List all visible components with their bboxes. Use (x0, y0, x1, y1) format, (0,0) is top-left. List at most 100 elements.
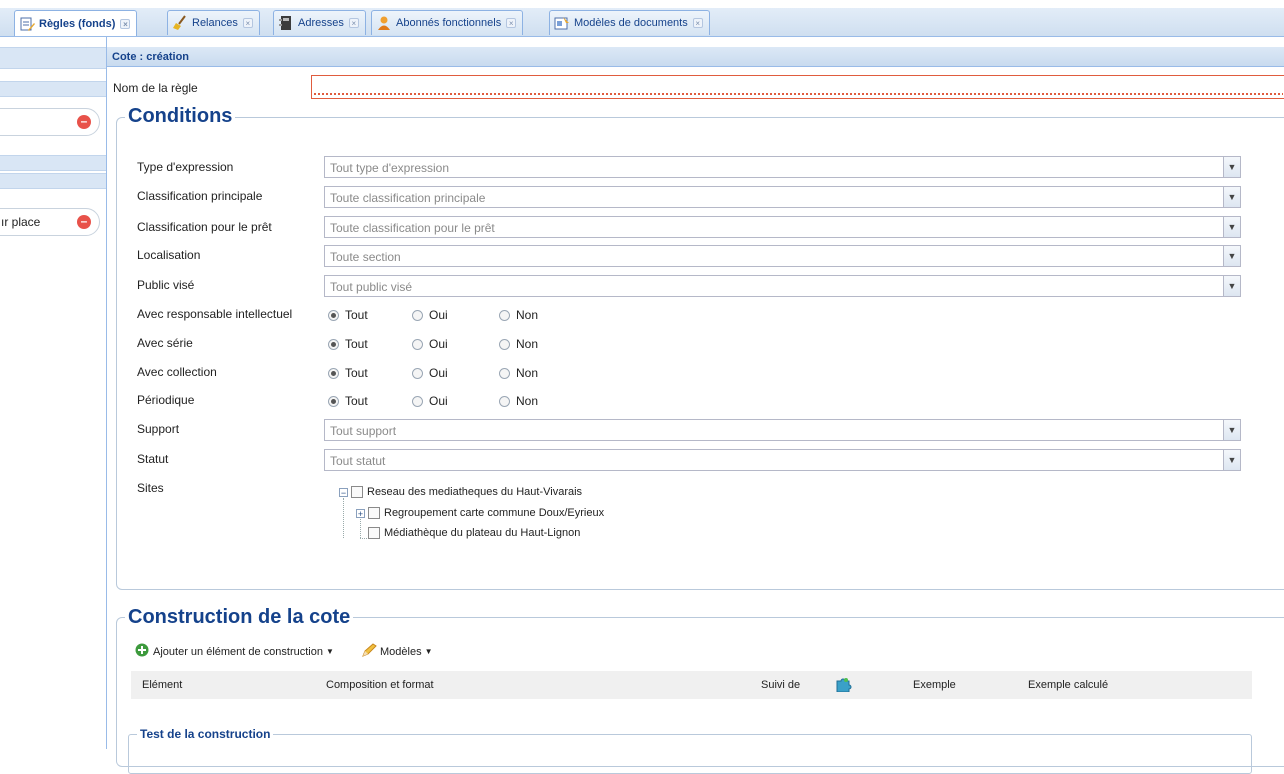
combo-placeholder: Toute section (330, 250, 401, 264)
chevron-down-icon[interactable]: ▼ (1223, 276, 1240, 296)
close-icon[interactable]: × (242, 18, 253, 28)
close-icon[interactable]: × (120, 18, 131, 29)
left-panel-section (0, 155, 106, 171)
tab-adresses[interactable]: Adresses × (273, 10, 366, 35)
expand-icon[interactable]: + (356, 508, 365, 518)
sites-label: Sites (137, 481, 164, 495)
classification-pret-combo[interactable]: Toute classification pour le prêt ▼ (324, 216, 1241, 238)
statut-label: Statut (137, 452, 169, 466)
remove-icon[interactable]: – (77, 115, 91, 129)
remove-icon[interactable]: – (77, 215, 91, 229)
combo-placeholder: Tout public visé (330, 280, 413, 294)
combo-placeholder: Toute classification principale (330, 191, 486, 205)
tab-label: Règles (fonds) (39, 17, 116, 30)
left-panel-item[interactable]: ır place – (0, 208, 100, 236)
tab-label: Relances (192, 17, 238, 29)
tree-connector (360, 519, 361, 538)
radio-non[interactable]: Non (499, 394, 538, 408)
tree-node-label: Médiathèque du plateau du Haut-Lignon (384, 527, 581, 539)
radio-non[interactable]: Non (499, 337, 538, 351)
type-expression-label: Type d'expression (137, 160, 234, 174)
site-checkbox[interactable] (368, 507, 380, 519)
close-icon[interactable]: × (506, 18, 517, 28)
tab-regles-fonds[interactable]: Règles (fonds) × (14, 10, 138, 36)
rule-name-label: Nom de la règle (113, 81, 198, 95)
column-element[interactable]: Elément (142, 679, 182, 691)
tree-node-root[interactable]: − Reseau des mediatheques du Haut-Vivara… (339, 486, 582, 498)
collapse-icon[interactable]: − (339, 487, 348, 497)
test-legend: Test de la construction (137, 727, 274, 741)
radio-oui[interactable]: Oui (412, 308, 448, 322)
add-icon (135, 643, 149, 660)
tab-label: Adresses (298, 17, 344, 29)
radio-tout[interactable]: Tout (328, 394, 368, 408)
column-exemple[interactable]: Exemple (913, 679, 956, 691)
column-composition[interactable]: Composition et format (326, 679, 434, 691)
tab-modeles-documents[interactable]: Modèles de documents × (549, 10, 710, 35)
tree-node-child[interactable]: + Regroupement carte commune Doux/Eyrieu… (356, 507, 604, 519)
radio-non[interactable]: Non (499, 366, 538, 380)
classification-principale-combo[interactable]: Toute classification principale ▼ (324, 186, 1241, 208)
support-combo[interactable]: Tout support ▼ (324, 419, 1241, 441)
combo-placeholder: Tout support (330, 424, 397, 438)
construction-grid-header: Elément Composition et format Suivi de E… (131, 671, 1252, 699)
classification-principale-label: Classification principale (137, 189, 263, 203)
localisation-label: Localisation (137, 248, 201, 262)
site-checkbox[interactable] (351, 486, 363, 498)
dropdown-arrow-icon: ▼ (326, 647, 334, 656)
left-panel-item[interactable]: – (0, 108, 100, 136)
radio-tout[interactable]: Tout (328, 337, 368, 351)
periodique-label: Périodique (137, 393, 195, 407)
left-panel-section (0, 81, 106, 97)
combo-placeholder: Tout type d'expression (330, 161, 450, 175)
radio-oui[interactable]: Oui (412, 337, 448, 351)
chevron-down-icon[interactable]: ▼ (1223, 246, 1240, 266)
tree-node-child[interactable]: Médiathèque du plateau du Haut-Lignon (368, 527, 580, 539)
test-fieldset (128, 734, 1252, 774)
tree-connector (343, 498, 344, 538)
statut-combo[interactable]: Tout statut ▼ (324, 449, 1241, 471)
panel-title: Cote : création (107, 47, 1284, 67)
rules-edit-icon (19, 16, 35, 32)
left-panel-item-label: ır place (1, 215, 41, 229)
column-exemple-calcule[interactable]: Exemple calculé (1028, 679, 1108, 691)
tab-label: Modèles de documents (574, 17, 688, 29)
models-button[interactable]: Modèles ▼ (361, 643, 433, 660)
radio-tout[interactable]: Tout (328, 308, 368, 322)
radio-oui[interactable]: Oui (412, 394, 448, 408)
classification-pret-label: Classification pour le prêt (137, 220, 272, 234)
radio-oui[interactable]: Oui (412, 366, 448, 380)
left-panel-section (0, 173, 106, 189)
dropdown-arrow-icon: ▼ (424, 647, 433, 656)
type-expression-combo[interactable]: Tout type d'expression ▼ (324, 156, 1241, 178)
public-vise-combo[interactable]: Tout public visé ▼ (324, 275, 1241, 297)
left-panel-header (0, 47, 106, 69)
column-suivi[interactable]: Suivi de (761, 679, 800, 691)
close-icon[interactable]: × (348, 18, 359, 28)
chevron-down-icon[interactable]: ▼ (1223, 187, 1240, 207)
construction-legend: Construction de la cote (125, 606, 354, 629)
radio-non[interactable]: Non (499, 308, 538, 322)
collection-label: Avec collection (137, 365, 217, 379)
tab-bar: Règles (fonds) × Relances × Adresses × A… (0, 8, 1284, 37)
public-vise-label: Public visé (137, 278, 195, 292)
tab-abonnes-fonctionnels[interactable]: Abonnés fonctionnels × (371, 10, 524, 35)
chevron-down-icon[interactable]: ▼ (1223, 450, 1240, 470)
close-icon[interactable]: × (692, 18, 703, 28)
document-template-icon (554, 15, 570, 31)
add-element-button[interactable]: Ajouter un élément de construction ▼ (135, 643, 334, 660)
chevron-down-icon[interactable]: ▼ (1223, 157, 1240, 177)
localisation-combo[interactable]: Toute section ▼ (324, 245, 1241, 267)
puzzle-icon (834, 676, 852, 695)
tab-relances[interactable]: Relances × (167, 10, 260, 35)
combo-placeholder: Toute classification pour le prêt (330, 221, 495, 235)
responsable-label: Avec responsable intellectuel (137, 307, 293, 321)
radio-tout[interactable]: Tout (328, 366, 368, 380)
combo-placeholder: Tout statut (330, 454, 386, 468)
support-label: Support (137, 422, 180, 436)
address-book-icon (278, 15, 294, 31)
rule-name-input[interactable] (311, 75, 1284, 99)
chevron-down-icon[interactable]: ▼ (1223, 217, 1240, 237)
chevron-down-icon[interactable]: ▼ (1223, 420, 1240, 440)
site-checkbox[interactable] (368, 527, 380, 539)
